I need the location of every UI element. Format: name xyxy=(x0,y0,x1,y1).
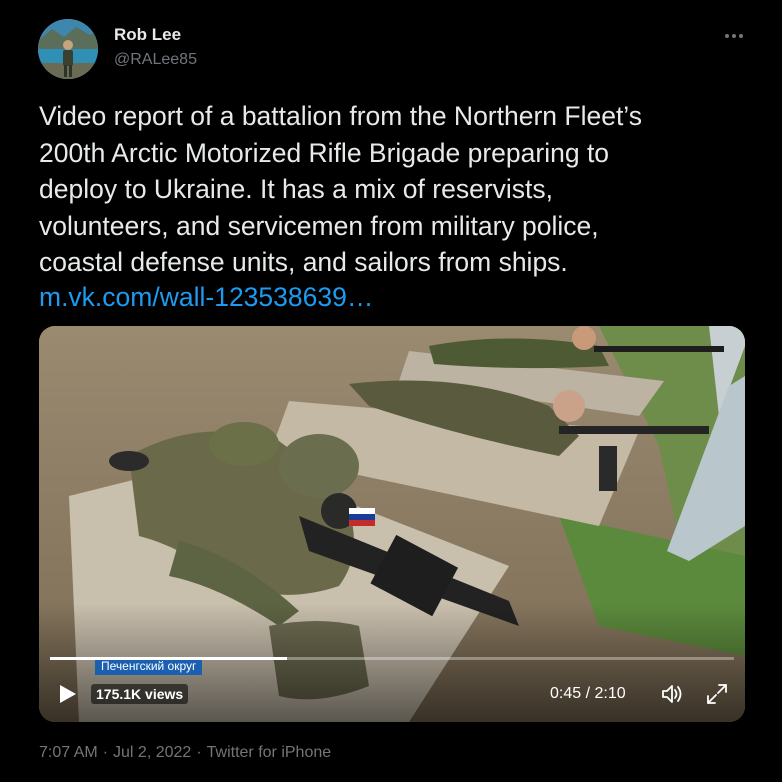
fullscreen-button[interactable] xyxy=(704,681,730,707)
meta-separator: · xyxy=(196,744,202,761)
avatar-photo xyxy=(38,19,98,79)
play-button[interactable] xyxy=(55,681,81,707)
video-caption-tag: Печенгский округ xyxy=(95,658,203,675)
tweet-time[interactable]: 7:07 AM xyxy=(39,744,98,761)
author-name[interactable]: Rob Lee xyxy=(114,25,181,45)
meta-separator: · xyxy=(102,744,109,761)
views-count: 175.1K views xyxy=(91,684,189,704)
avatar[interactable] xyxy=(38,19,98,79)
volume-button[interactable] xyxy=(659,681,685,707)
more-options-button[interactable] xyxy=(716,22,752,50)
author-handle[interactable]: @RALee85 xyxy=(114,51,197,69)
video-player[interactable]: Печенгский округ 175.1K views 0:45 / 2:1… xyxy=(39,326,745,722)
video-progress-bar[interactable] xyxy=(50,657,734,660)
tweet-date[interactable]: Jul 2, 2022 xyxy=(113,744,191,761)
fullscreen-icon xyxy=(707,684,727,704)
tweet-link[interactable]: m.vk.com/wall-123538639… xyxy=(39,279,373,316)
volume-icon xyxy=(662,685,682,703)
more-icon xyxy=(725,34,743,38)
tweet-text: Video report of a battalion from the Nor… xyxy=(39,101,642,277)
play-icon xyxy=(60,685,76,703)
video-progress-fill xyxy=(50,657,287,660)
video-time: 0:45 / 2:10 xyxy=(550,685,626,702)
tweet-source[interactable]: Twitter for iPhone xyxy=(207,744,332,761)
tweet-meta: 7:07 AM · Jul 2, 2022 · Twitter for iPhone xyxy=(39,744,331,762)
